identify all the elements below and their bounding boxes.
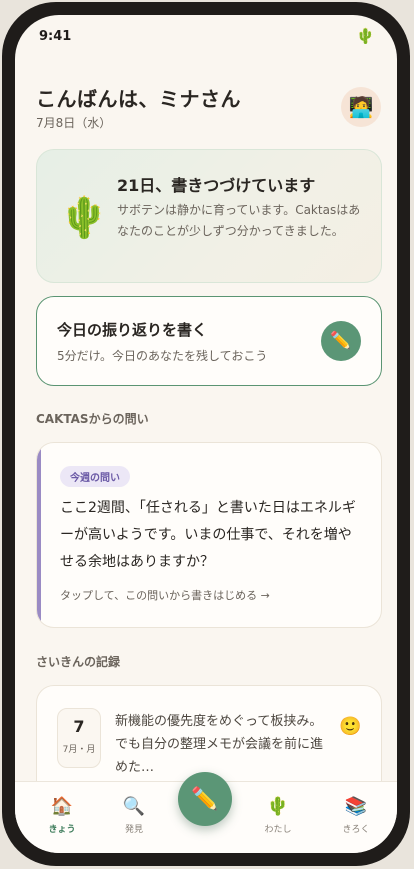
nav-item-me[interactable]: 🌵 わたし xyxy=(248,796,308,835)
question-hint[interactable]: タップして、この問いから書きはじめる → xyxy=(60,587,270,603)
cactus-icon: 🌵 xyxy=(356,27,375,45)
books-icon: 📚 xyxy=(344,796,368,817)
cactus-icon: 🌵 xyxy=(59,195,109,241)
nav-label: きろく xyxy=(342,825,370,835)
write-reflection-card[interactable]: 今日の振り返りを書く 5分だけ。今日のあなたを残しておこう ✏️ xyxy=(36,296,382,386)
pencil-icon: ✏️ xyxy=(330,331,352,351)
question-accent-bar xyxy=(37,443,41,627)
person-at-laptop-icon: 🧑‍💻 xyxy=(348,95,374,119)
home-icon: 🏠 xyxy=(50,796,74,817)
question-badge: 今週の問い xyxy=(60,466,130,487)
write-button[interactable]: ✏️ xyxy=(321,321,361,361)
record-month: 7月・月 xyxy=(62,745,96,755)
record-day: 7 xyxy=(73,717,85,736)
streak-card: 🌵 21日、書きつづけています サボテンは静かに育っています。Caktasはあな… xyxy=(36,149,382,283)
question-card[interactable]: 今週の問い ここ2週間、「任される」と書いた日はエネルギーが高いようです。いまの… xyxy=(36,442,382,628)
records-section-title: さいきんの記録 xyxy=(36,655,121,669)
write-card-subtitle: 5分だけ。今日のあなたを残しておこう xyxy=(57,349,268,363)
pencil-icon: ✏️ xyxy=(191,786,219,812)
nav-item-records[interactable]: 📚 きろく xyxy=(326,796,386,835)
streak-subtitle: サボテンは静かに育っています。Caktasはあなたのことが少しずつ分かってきまし… xyxy=(117,203,361,238)
smile-icon: 🙂 xyxy=(339,716,362,737)
search-icon: 🔍 xyxy=(122,796,146,817)
nav-label: わたし xyxy=(264,825,292,835)
status-time: 9:41 xyxy=(39,29,72,44)
streak-title: 21日、書きつづけています xyxy=(117,176,316,195)
record-excerpt: 新機能の優先度をめぐって板挟み。でも自分の整理メモが会議を前に進めた… xyxy=(115,714,324,775)
nav-label: 発見 xyxy=(124,825,143,835)
phone-frame: 9:41 🌵 こんばんは、ミナさん 7月8日（水） 🧑‍💻 🌵 21日、書きつづ… xyxy=(2,2,410,866)
avatar[interactable]: 🧑‍💻 xyxy=(341,87,381,127)
cactus-icon: 🌵 xyxy=(266,796,290,817)
question-text: ここ2週間、「任される」と書いた日はエネルギーが高いようです。いまの仕事で、それ… xyxy=(60,500,356,570)
nav-item-discover[interactable]: 🔍 発見 xyxy=(104,796,164,835)
question-section-title: CAKTASからの問い xyxy=(36,412,149,426)
current-date: 7月8日（水） xyxy=(36,116,112,130)
record-date-box: 7 7月・月 xyxy=(57,708,101,768)
nav-label: きょう xyxy=(48,825,76,835)
nav-item-today[interactable]: 🏠 きょう xyxy=(32,796,92,835)
new-entry-button[interactable]: ✏️ xyxy=(178,772,232,826)
write-card-title: 今日の振り返りを書く xyxy=(57,321,208,339)
greeting-title: こんばんは、ミナさん xyxy=(36,87,241,111)
app-screen: 9:41 🌵 こんばんは、ミナさん 7月8日（水） 🧑‍💻 🌵 21日、書きつづ… xyxy=(15,15,397,853)
